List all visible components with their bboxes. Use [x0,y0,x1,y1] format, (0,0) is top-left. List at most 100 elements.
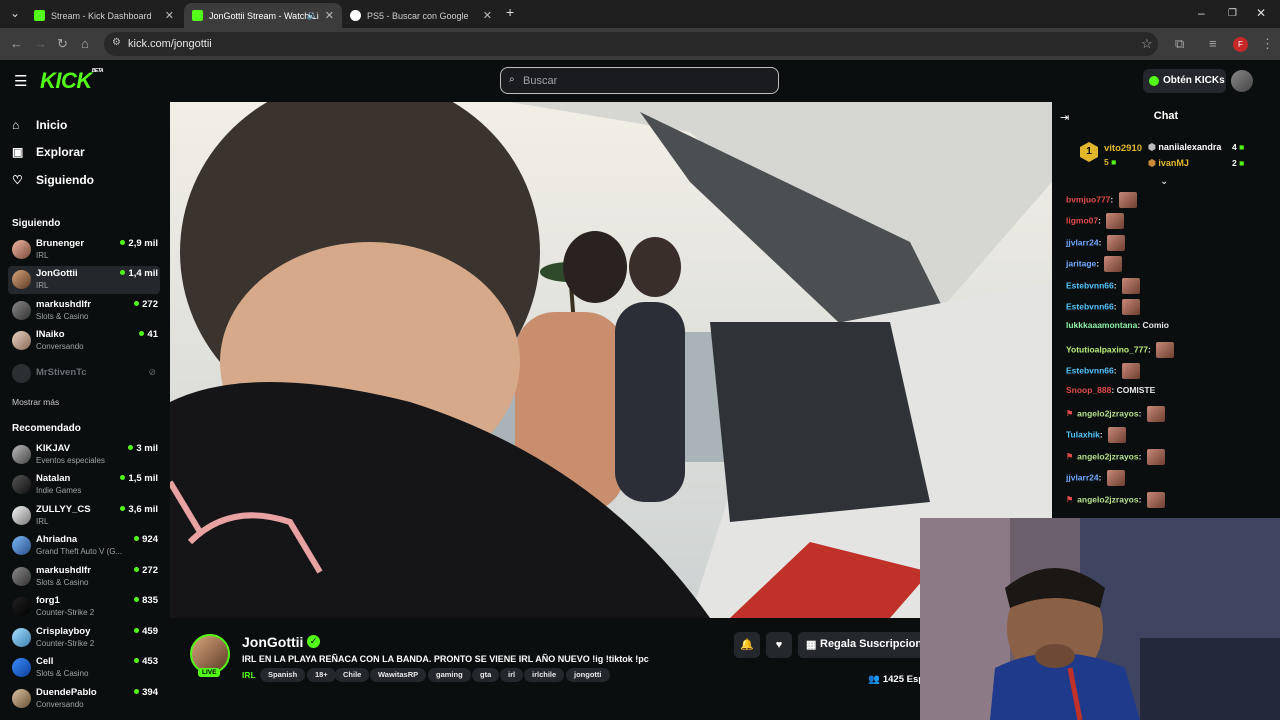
tab-search-icon[interactable]: ⌄ [10,6,20,20]
stream-tag[interactable]: Chile [335,668,370,682]
avatar [12,240,31,259]
close-icon[interactable]: ✕ [165,9,174,22]
chat-message: ⚑ angelo2jzrayos: [1066,491,1165,508]
gifter-name: ivanMJ [1158,158,1189,168]
stream-tag[interactable]: jongotti [566,668,610,682]
chat-username[interactable]: angelo2jzrayos [1077,451,1138,461]
channel-category: Counter-Strike 2 [36,639,95,648]
chat-username[interactable]: Estebvnn66 [1066,301,1114,311]
browser-tab-bar: ⌄ Stream - Kick Dashboard ✕ JonGottii St… [0,0,1280,28]
show-more-link[interactable]: Mostrar más [12,397,59,407]
chat-username[interactable]: jjvlarr24 [1066,472,1099,482]
chat-username[interactable]: angelo2jzrayos [1077,408,1138,418]
tab-google-search[interactable]: PS5 - Buscar con Google ✕ [342,3,500,28]
back-icon[interactable]: ← [10,36,23,51]
compass-icon: ▣ [12,145,24,159]
stream-tag[interactable]: gaming [428,668,471,682]
gifter-3[interactable]: ⬢ ivanMJ [1148,158,1189,169]
sidebar-channel[interactable]: markushdlfr Slots & Casino 272 [8,563,160,591]
chat-username[interactable]: bvmjuo777 [1066,194,1110,204]
sidebar-channel[interactable]: ZULLYY_CS IRL 3,6 mil [8,502,160,530]
chat-username[interactable]: jjvlarr24 [1066,237,1099,247]
tab-jongottii-stream[interactable]: JonGottii Stream - Watch Li 🔈 ✕ [184,3,342,28]
chat-username[interactable]: ligmo07 [1066,216,1098,226]
stream-tag[interactable]: WawitasRP [370,668,427,682]
extensions-icon[interactable]: ⧉ [1175,36,1184,52]
gifter-2[interactable]: ⬢ naniialexandra [1148,142,1221,153]
viewers-icon: 👥 [868,674,880,685]
chat-username[interactable]: jaritage [1066,258,1096,268]
kick-header: ☰ KICKBETA ⌕ Buscar Obtén KICKs [0,60,1280,102]
sidebar-channel[interactable]: DuendePablo Conversando 394 [8,685,160,713]
chat-username[interactable]: Yotutioalpaxino_777 [1066,344,1148,354]
minimize-icon[interactable]: – [1198,6,1205,20]
chat-separator: : [1110,194,1116,205]
profile-avatar[interactable]: F [1233,37,1248,52]
chat-emote-icon [1146,406,1165,422]
window-close-icon[interactable]: ✕ [1256,6,1266,20]
sidebar-channel[interactable]: JonGottii IRL 1,4 mil [8,266,160,294]
sidebar-channel[interactable]: Natalan Indie Games 1,5 mil [8,471,160,499]
chat-username[interactable]: Estebvnn66 [1066,365,1114,375]
chat-separator: : [1098,215,1104,226]
site-info-icon[interactable]: ⚙ [112,37,121,48]
nav-siguiendo[interactable]: ♡ Siguiendo [12,173,94,187]
chat-message: Snoop_888: COMISTE [1066,385,1155,395]
stream-tag[interactable]: Spanish [260,668,306,682]
sidebar-channel[interactable]: forg1 Counter-Strike 2 835 [8,593,160,621]
stream-tag[interactable]: gta [472,668,500,682]
sidebar-channel[interactable]: INaiko Conversando 41 [8,327,160,355]
forward-icon[interactable]: → [34,36,47,51]
close-icon[interactable]: ✕ [483,9,492,22]
stream-category[interactable]: IRL [242,670,256,680]
channel-name: Crisplayboy [36,626,91,637]
home-browser-icon[interactable]: ⌂ [81,36,89,51]
search-input[interactable]: ⌕ Buscar [500,67,779,94]
sidebar-channel-offline[interactable]: MrStivenTc ⊘ [8,360,160,388]
sidebar-channel[interactable]: Crisplayboy Counter-Strike 2 459 [8,624,160,652]
chat-emote-icon [1104,256,1123,273]
sidebar-channel[interactable]: Brunenger IRL 2,9 mil [8,236,160,264]
address-bar[interactable]: ⚙ kick.com/jongottii [104,32,1158,56]
gifter-count: 2 ■ [1232,158,1244,168]
bookmark-star-icon[interactable]: ☆ [1141,36,1153,52]
new-tab-icon[interactable]: + [506,4,514,20]
chat-message: Estebvnn66: [1066,277,1140,294]
avatar [12,364,31,383]
chat-username[interactable]: lukkkaaamontana [1066,320,1137,330]
sidebar-channel[interactable]: Ahriadna Grand Theft Auto V (G... 924 [8,532,160,560]
restore-icon[interactable]: ❐ [1228,8,1237,19]
speaker-icon[interactable]: 🔈 [307,10,318,21]
sidebar-channel[interactable]: KIKJAV Eventos especiales 3 mil [8,441,160,469]
notification-bell-icon[interactable]: 🔔 [734,632,760,658]
stream-tag[interactable]: 18+ [307,668,336,682]
media-controls-icon[interactable]: ≡ [1209,36,1217,51]
follow-heart-icon[interactable]: ♥ [766,632,792,658]
kick-logo[interactable]: KICKBETA [40,68,104,94]
chat-message: Estebvnn66: [1066,363,1140,380]
stream-title: IRL EN LA PLAYA REÑACA CON LA BANDA. PRO… [242,654,649,664]
tab-kick-dashboard[interactable]: Stream - Kick Dashboard ✕ [26,3,182,28]
avatar [12,506,31,525]
nav-explorar[interactable]: ▣ Explorar [12,145,85,159]
expand-leaderboard-icon[interactable]: ⌄ [1160,176,1168,187]
user-avatar[interactable] [1231,70,1253,92]
hamburger-menu-icon[interactable]: ☰ [14,72,27,90]
chat-username[interactable]: angelo2jzrayos [1077,494,1138,504]
reload-icon[interactable]: ↻ [57,36,68,52]
gift-subs-button[interactable]: ▦ Regala Suscripcione [798,632,924,658]
sidebar-channel[interactable]: markushdlfr Slots & Casino 272 [8,297,160,325]
obten-kicks-button[interactable]: Obtén KICKs [1143,69,1226,93]
browser-menu-icon[interactable]: ⋮ [1261,36,1274,52]
stream-tag[interactable]: irl [500,668,524,682]
heart-icon: ♡ [12,173,23,187]
channel-title[interactable]: JonGottii [242,634,303,650]
gifter-name[interactable]: vito2910 [1104,143,1142,154]
sidebar-channel[interactable]: Cell Slots & Casino 453 [8,654,160,682]
close-icon[interactable]: ✕ [325,9,334,22]
nav-inicio[interactable]: ⌂ Inicio [12,118,67,132]
stream-tag[interactable]: irlchile [524,668,565,682]
chat-username[interactable]: Tulaxhik [1066,430,1100,440]
chat-username[interactable]: Snoop_888 [1066,385,1111,395]
chat-username[interactable]: Estebvnn66 [1066,280,1114,290]
